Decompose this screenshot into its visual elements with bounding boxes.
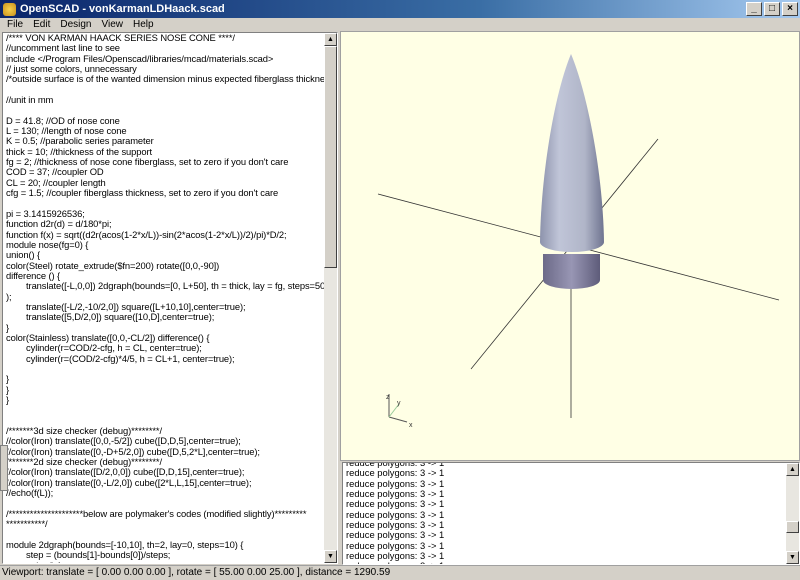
close-button[interactable]: × [782, 2, 798, 16]
nose-cone [540, 54, 604, 252]
y-axis-label: y [397, 400, 401, 407]
menu-help[interactable]: Help [128, 18, 159, 31]
menu-edit[interactable]: Edit [28, 18, 55, 31]
render-canvas: z y x [377, 54, 780, 429]
scrollbar-thumb[interactable] [324, 46, 337, 268]
menu-design[interactable]: Design [55, 18, 96, 31]
menu-file[interactable]: File [2, 18, 28, 31]
minimize-button[interactable]: _ [746, 2, 762, 16]
side-popup [0, 445, 8, 491]
title-bar: OpenSCAD - vonKarmanLDHaack.scad _ □ × [0, 0, 800, 18]
code-text[interactable]: /**** VON KARMAN HAACK SERIES NOSE CONE … [6, 33, 337, 563]
scrollbar-thumb[interactable] [786, 521, 799, 533]
x-axis-label: x [409, 422, 413, 429]
code-editor[interactable]: /**** VON KARMAN HAACK SERIES NOSE CONE … [2, 32, 338, 564]
openscad-app-icon [3, 2, 16, 16]
axes-indicator-icon: z y x [386, 394, 413, 429]
menu-bar: File Edit Design View Help [0, 18, 800, 31]
scroll-up-arrow-icon[interactable]: ▲ [324, 33, 337, 46]
coupler-cylinder [543, 254, 600, 289]
maximize-button[interactable]: □ [764, 2, 780, 16]
window-title: OpenSCAD - vonKarmanLDHaack.scad [20, 3, 225, 15]
console-output[interactable]: reduce polygons: 3 -> 1 reduce polygons: … [342, 462, 800, 565]
3d-viewport[interactable]: z y x [340, 31, 800, 461]
status-bar: Viewport: translate = [ 0.00 0.00 0.00 ]… [0, 565, 800, 580]
scroll-up-arrow-icon[interactable]: ▲ [786, 463, 799, 476]
scroll-down-arrow-icon[interactable]: ▼ [786, 551, 799, 564]
menu-view[interactable]: View [97, 18, 129, 31]
z-axis-label: z [386, 394, 390, 401]
console-lines: reduce polygons: 3 -> 1 reduce polygons: … [346, 463, 444, 564]
scroll-down-arrow-icon[interactable]: ▼ [324, 550, 337, 563]
editor-scrollbar[interactable]: ▲ ▼ [324, 33, 337, 563]
console-scrollbar[interactable]: ▲ ▼ [786, 463, 799, 564]
